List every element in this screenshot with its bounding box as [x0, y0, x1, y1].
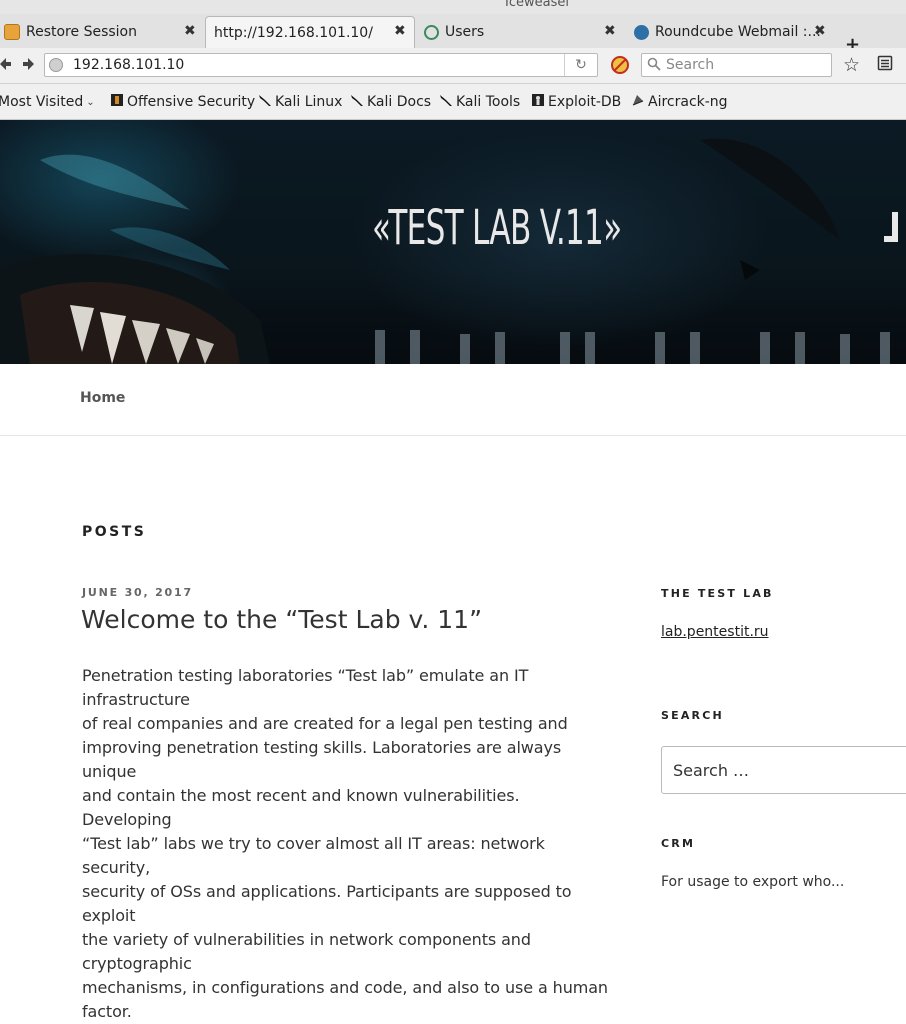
widget-title-test-lab: THE TEST LAB — [661, 587, 774, 600]
close-tab-icon[interactable]: ✖ — [184, 23, 196, 39]
close-tab-icon[interactable]: ✖ — [814, 23, 826, 39]
close-tab-icon[interactable]: ✖ — [394, 23, 406, 39]
post-excerpt: Penetration testing laboratories “Test l… — [82, 664, 612, 1024]
bookmark-label: Most Visited — [0, 94, 84, 110]
crm-text: For usage to export who... — [661, 874, 845, 890]
roundcube-icon — [634, 24, 649, 40]
bookmark-kali-tools[interactable]: Kali Tools — [439, 92, 520, 112]
tab-roundcube-webmail[interactable]: Roundcube Webmail :... ✖ — [630, 17, 835, 47]
aircrack-icon — [631, 93, 645, 111]
window-title: Iceweasel — [505, 0, 569, 10]
site-identity-icon[interactable] — [49, 58, 63, 72]
kali-dragon-icon — [439, 93, 453, 111]
post-excerpt-line: of real companies and are created for a … — [82, 714, 568, 733]
post-title[interactable]: Welcome to the “Test Lab v. 11” — [81, 605, 482, 634]
bookmark-label: Aircrack-ng — [648, 94, 728, 110]
kali-dragon-icon — [350, 93, 364, 111]
search-icon — [647, 57, 661, 75]
bookmark-label: Kali Docs — [367, 94, 432, 110]
restore-session-icon — [4, 24, 20, 40]
page-title: POSTS — [82, 524, 147, 540]
tab-label: Restore Session — [26, 24, 137, 40]
bookmark-aircrack-ng[interactable]: Aircrack-ng — [631, 92, 728, 112]
reading-list-icon[interactable] — [877, 55, 893, 76]
header-banner: «TEST LAB V.11» — [0, 120, 906, 364]
post-excerpt-line: and contain the most recent and known vu… — [82, 786, 520, 829]
kali-dragon-icon — [258, 93, 272, 111]
bookmark-exploit-db[interactable]: Exploit-DB — [531, 92, 621, 112]
chevron-down-icon: ⌄ — [86, 96, 95, 108]
offsec-icon — [110, 93, 124, 111]
tab-current-page[interactable]: http://192.168.101.10/ ✖ — [205, 16, 415, 48]
nav-link-home[interactable]: Home — [80, 390, 125, 406]
banner-title: «TEST LAB V.11» — [372, 200, 622, 256]
bookmark-kali-linux[interactable]: Kali Linux — [258, 92, 342, 112]
url-bar[interactable]: ↻ — [44, 53, 598, 77]
tab-label: http://192.168.101.10/ — [214, 24, 373, 41]
post-excerpt-line: improving penetration testing skills. La… — [82, 738, 562, 781]
widget-title-crm: CRM — [661, 837, 696, 850]
bookmark-label: Exploit-DB — [548, 94, 622, 110]
post-excerpt-line: factor. — [82, 1002, 132, 1021]
window-titlebar: Iceweasel — [0, 0, 906, 14]
forward-arrow-icon[interactable] — [18, 56, 40, 76]
bookmark-most-visited[interactable]: Most Visited ⌄ — [0, 92, 95, 112]
back-arrow-icon[interactable] — [0, 56, 16, 76]
tab-label: Users — [445, 24, 485, 40]
bookmark-label: Kali Tools — [456, 94, 521, 110]
bookmark-label: Kali Linux — [275, 94, 343, 110]
navigation-toolbar: ↻ ☆ — [0, 48, 906, 84]
noscript-icon[interactable] — [611, 56, 629, 74]
tab-strip: Restore Session ✖ http://192.168.101.10/… — [0, 14, 906, 55]
post-date[interactable]: JUNE 30, 2017 — [82, 586, 193, 599]
site-navigation: Home — [0, 364, 906, 436]
close-tab-icon[interactable]: ✖ — [604, 23, 616, 39]
widget-title-search: SEARCH — [661, 709, 724, 722]
search-input[interactable] — [666, 56, 826, 74]
reload-icon[interactable]: ↻ — [564, 54, 597, 76]
sidebar-search-box[interactable] — [661, 746, 906, 794]
exploit-db-icon — [531, 93, 545, 111]
post-excerpt-line: “Test lab” labs we try to cover almost a… — [82, 834, 545, 877]
test-lab-link[interactable]: lab.pentestit.ru — [661, 624, 769, 640]
bookmark-offensive-security[interactable]: Offensive Security — [110, 92, 255, 112]
bookmarks-toolbar: Most Visited ⌄ Offensive Security Kali L… — [0, 84, 906, 120]
post-excerpt-line: mechanisms, in configurations and code, … — [82, 978, 608, 997]
url-input[interactable] — [73, 56, 553, 74]
sidebar-search-input[interactable] — [673, 760, 903, 780]
bookmark-label: Offensive Security — [127, 94, 256, 110]
post-excerpt-line: the variety of vulnerabilities in networ… — [82, 930, 531, 973]
tab-label: Roundcube Webmail :... — [655, 24, 821, 40]
bookmark-star-icon[interactable]: ☆ — [843, 54, 860, 76]
globe-icon — [424, 24, 439, 40]
search-bar[interactable] — [641, 53, 832, 77]
tab-restore-session[interactable]: Restore Session ✖ — [0, 17, 202, 47]
bookmark-kali-docs[interactable]: Kali Docs — [350, 92, 431, 112]
tab-users[interactable]: Users ✖ — [420, 17, 625, 47]
post-excerpt-line: Penetration testing laboratories “Test l… — [82, 666, 529, 709]
post-excerpt-line: security of OSs and applications. Partic… — [82, 882, 572, 925]
